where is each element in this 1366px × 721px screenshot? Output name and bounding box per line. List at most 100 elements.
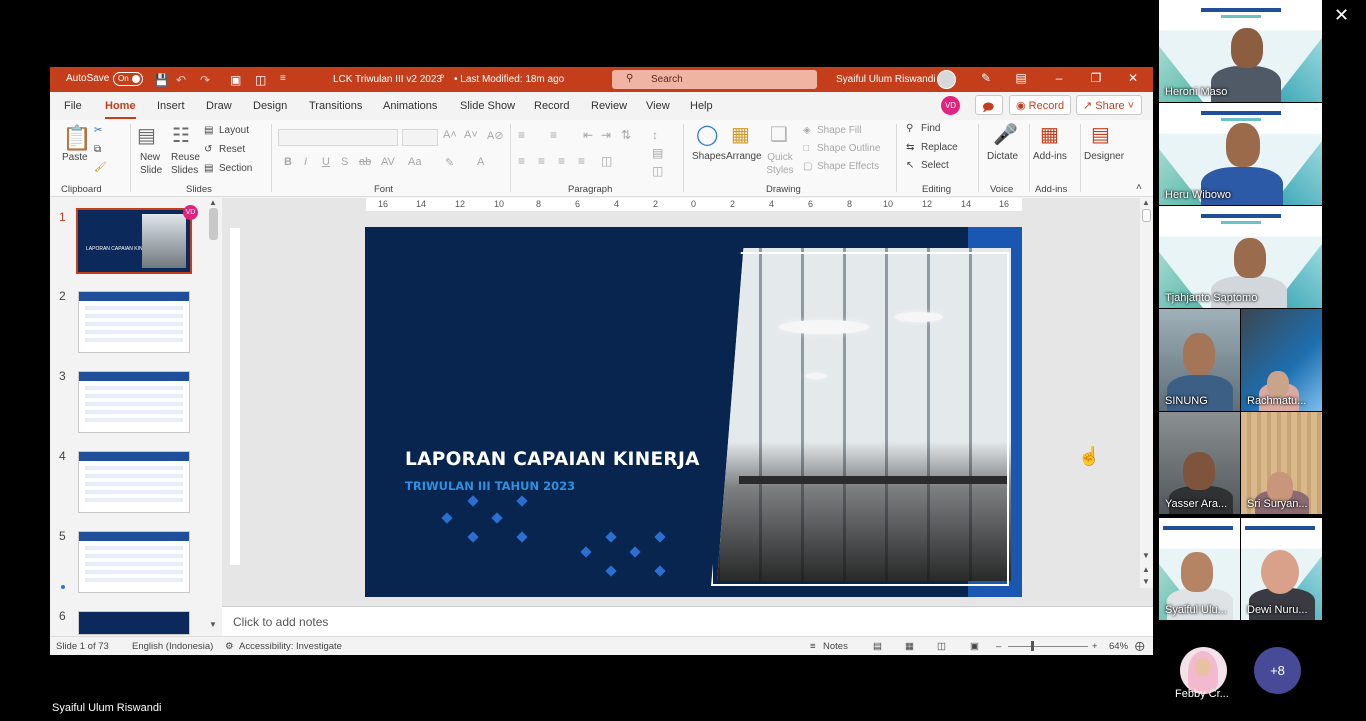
- replace-icon[interactable]: ⇆: [906, 142, 914, 153]
- underline-icon[interactable]: U: [322, 156, 330, 168]
- user-name[interactable]: Syaiful Ulum Riswandi: [836, 74, 935, 85]
- normal-view-icon[interactable]: ▤: [873, 641, 882, 652]
- line-spacing-icon[interactable]: ⇅: [621, 128, 631, 142]
- notes-toggle[interactable]: Notes: [823, 641, 848, 652]
- tab-slide-show[interactable]: Slide Show: [460, 100, 515, 112]
- paste-label[interactable]: Paste: [62, 152, 88, 163]
- shrink-font-icon[interactable]: A˅: [464, 129, 478, 141]
- ribbon-display-icon[interactable]: ▤: [1013, 71, 1029, 85]
- participant-tile[interactable]: Yasser Ara...: [1159, 412, 1240, 514]
- tab-record[interactable]: Record: [534, 100, 569, 112]
- shape-effects-icon[interactable]: ▢: [803, 161, 812, 172]
- tab-home[interactable]: Home: [105, 100, 136, 119]
- align-text-icon[interactable]: ▤: [652, 146, 663, 160]
- accessibility-status[interactable]: Accessibility: Investigate: [239, 641, 342, 652]
- zoom-out-icon[interactable]: –: [996, 641, 1001, 652]
- minimize-icon[interactable]: –: [1051, 71, 1067, 85]
- designer-label[interactable]: Designer: [1084, 151, 1124, 162]
- change-case-icon[interactable]: Aa: [408, 156, 421, 168]
- font-color-icon[interactable]: A: [477, 156, 484, 168]
- paste-icon[interactable]: 📋: [62, 124, 92, 153]
- scrollbar-thumb[interactable]: [1142, 209, 1151, 222]
- tab-insert[interactable]: Insert: [157, 100, 185, 112]
- smartart-icon[interactable]: ◫: [652, 164, 663, 178]
- quick-styles-icon[interactable]: ❑: [770, 122, 788, 147]
- shapes-label[interactable]: Shapes: [692, 151, 726, 162]
- replace-button[interactable]: Replace: [921, 142, 958, 153]
- thumbnail-slide-3[interactable]: [78, 371, 190, 433]
- char-spacing-icon[interactable]: AV: [381, 156, 395, 168]
- shape-fill-button[interactable]: Shape Fill: [817, 125, 861, 136]
- thumbnail-slide-1[interactable]: LAPORAN CAPAIAN KINERJA: [76, 208, 192, 274]
- fit-to-window-icon[interactable]: ⨁: [1135, 641, 1145, 652]
- participant-tile[interactable]: Rachmatu...: [1241, 309, 1322, 411]
- participant-tile[interactable]: SINUNG: [1159, 309, 1240, 411]
- scroll-down-icon[interactable]: ▼: [1142, 551, 1150, 560]
- quick-styles-label[interactable]: Quick Styles: [765, 151, 795, 177]
- numbering-icon[interactable]: ≡: [550, 128, 557, 142]
- editor-scrollbar[interactable]: ▲ ▼ ▲ ▼: [1140, 198, 1153, 588]
- coauthor-badge[interactable]: VD: [941, 96, 960, 115]
- pen-icon[interactable]: ✎: [978, 71, 994, 85]
- shape-outline-icon[interactable]: □: [803, 143, 809, 154]
- shadow-icon[interactable]: S: [341, 156, 348, 168]
- tab-draw[interactable]: Draw: [206, 100, 232, 112]
- font-size-box[interactable]: [402, 129, 438, 146]
- strikethrough-icon[interactable]: ab: [359, 156, 371, 168]
- scroll-up-icon[interactable]: ▲: [1142, 198, 1150, 207]
- align-center-icon[interactable]: ≡: [538, 154, 545, 168]
- copy-icon[interactable]: ⧉: [94, 144, 101, 155]
- more-participants-button[interactable]: +8: [1254, 647, 1301, 694]
- next-slide-icon[interactable]: ▼: [1142, 577, 1150, 586]
- present-icon[interactable]: ▣: [230, 73, 241, 87]
- layout-icon[interactable]: ▤: [204, 125, 213, 136]
- justify-icon[interactable]: ≡: [578, 154, 585, 168]
- scrollbar-thumb[interactable]: [209, 208, 218, 240]
- tab-design[interactable]: Design: [253, 100, 287, 112]
- thumbnails-scrollbar[interactable]: ▼ ▲: [207, 198, 220, 635]
- zoom-slider[interactable]: [1008, 646, 1088, 647]
- participant-tile[interactable]: Sri Suryan...: [1241, 412, 1322, 514]
- share-button[interactable]: ↗ Share ˅: [1076, 95, 1142, 115]
- section-button[interactable]: Section: [219, 163, 252, 174]
- designer-icon[interactable]: ▤: [1091, 122, 1110, 147]
- arrange-label[interactable]: Arrange: [726, 151, 762, 162]
- italic-icon[interactable]: I: [304, 156, 307, 168]
- zoom-level[interactable]: 64%: [1109, 641, 1128, 652]
- slide-subtitle[interactable]: TRIWULAN III TAHUN 2023: [405, 479, 575, 493]
- reset-icon[interactable]: ↺: [204, 144, 212, 155]
- participant-avatar[interactable]: [1180, 647, 1227, 694]
- new-slide-icon[interactable]: ▤: [137, 123, 156, 148]
- thumbnail-slide-6[interactable]: [78, 611, 190, 635]
- microphone-icon[interactable]: 🎤: [993, 122, 1018, 147]
- participant-tile[interactable]: Syaiful Ulu...: [1159, 518, 1240, 620]
- reuse-slides-icon[interactable]: ☷: [172, 123, 190, 148]
- record-button[interactable]: ◉ Record: [1009, 95, 1072, 115]
- select-button[interactable]: Select: [921, 160, 949, 171]
- participant-tile[interactable]: Tjahjanto Saptomo: [1159, 206, 1322, 308]
- tab-file[interactable]: File: [64, 100, 82, 112]
- tab-view[interactable]: View: [646, 100, 670, 112]
- format-painter-icon[interactable]: 🖌: [94, 162, 107, 173]
- accessibility-icon[interactable]: ⚙: [225, 641, 234, 652]
- align-right-icon[interactable]: ≡: [558, 154, 565, 168]
- section-icon[interactable]: ▤: [204, 163, 213, 174]
- find-icon[interactable]: ⚲: [906, 123, 913, 134]
- highlight-icon[interactable]: ✎: [445, 156, 454, 169]
- shapes-icon[interactable]: ◯: [696, 122, 718, 147]
- participant-tile[interactable]: Heroni Maso: [1159, 0, 1322, 102]
- language-status[interactable]: English (Indonesia): [132, 641, 213, 652]
- save-icon[interactable]: 💾: [154, 73, 169, 87]
- participant-tile[interactable]: Heru Wibowo: [1159, 103, 1322, 205]
- restore-icon[interactable]: ❐: [1088, 71, 1104, 85]
- zoom-slider-thumb[interactable]: [1031, 641, 1034, 651]
- quick-access-dropdown-icon[interactable]: ≡: [280, 73, 286, 84]
- comments-button[interactable]: 🗩: [975, 95, 1003, 115]
- slide-title[interactable]: LAPORAN CAPAIAN KINERJA: [405, 449, 700, 470]
- new-slide-label[interactable]: New Slide: [140, 151, 166, 177]
- addins-icon[interactable]: ▦: [1040, 122, 1059, 147]
- reuse-slides-label[interactable]: Reuse Slides: [171, 151, 201, 177]
- scroll-down-icon[interactable]: ▼: [209, 620, 217, 629]
- slide-canvas[interactable]: LAPORAN CAPAIAN KINERJA TRIWULAN III TAH…: [365, 227, 1022, 597]
- columns-icon[interactable]: ◫: [601, 154, 612, 168]
